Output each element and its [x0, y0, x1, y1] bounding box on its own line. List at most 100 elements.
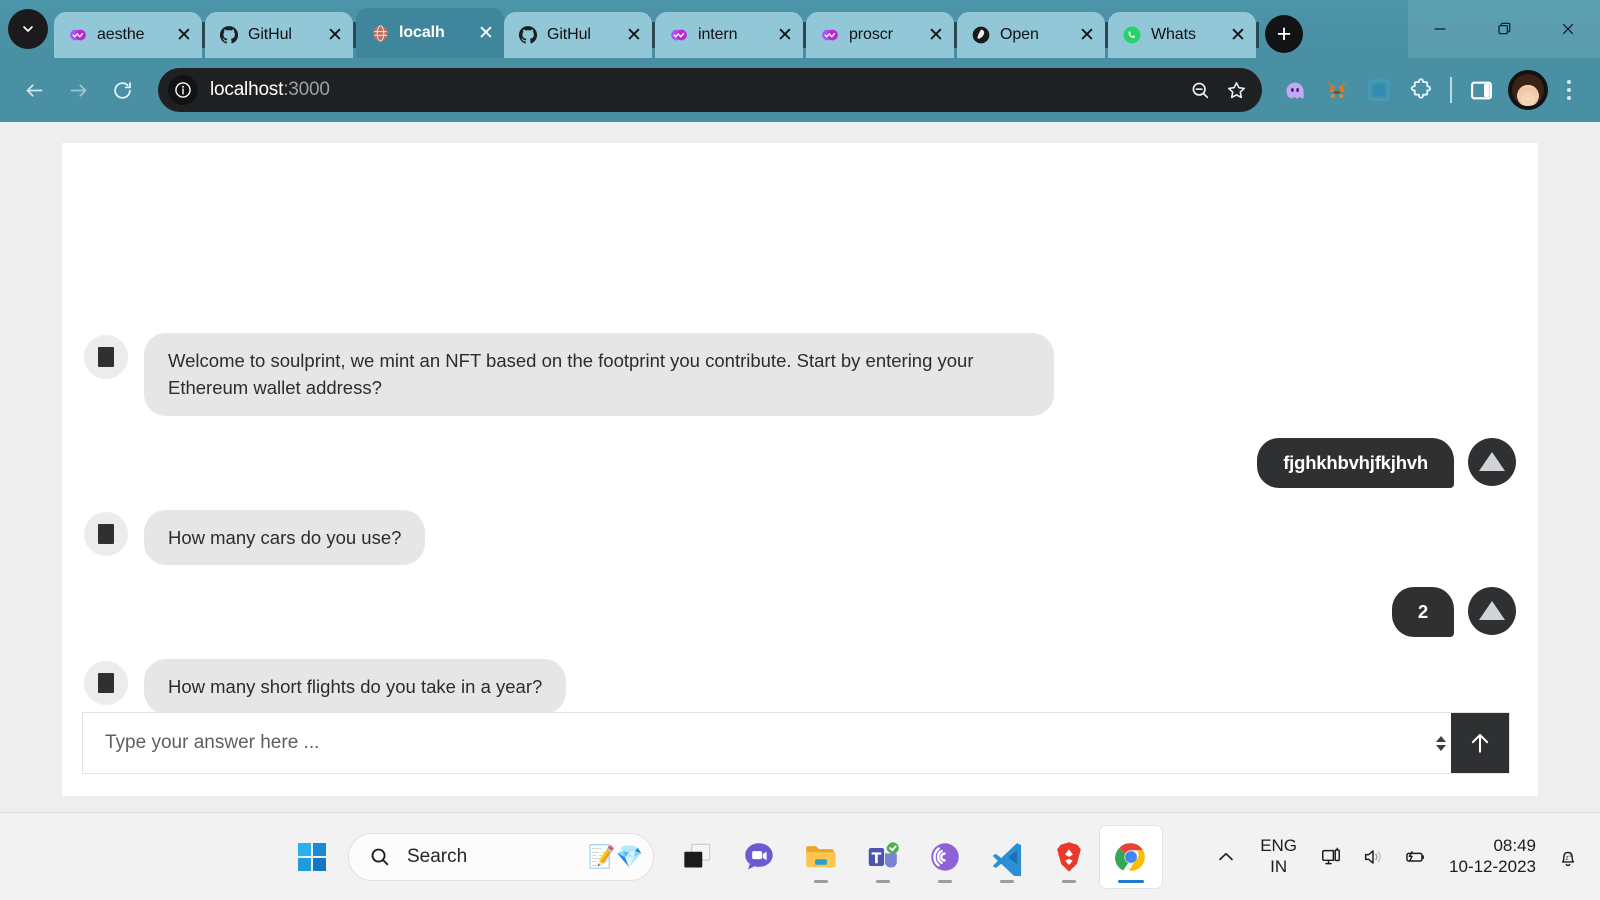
tab-close-button[interactable]: ✕: [1226, 23, 1250, 47]
taskbar-center-group: Search 📝 💎: [288, 825, 1162, 888]
chat-message-bot: Welcome to soulprint, we mint an NFT bas…: [84, 333, 1516, 416]
close-window-button[interactable]: [1536, 0, 1600, 58]
tab-close-button[interactable]: ✕: [323, 23, 347, 47]
profile-avatar[interactable]: [1508, 70, 1548, 110]
taskbar-app-bittorrent[interactable]: [914, 826, 976, 888]
language-indicator[interactable]: ENG IN: [1248, 836, 1309, 876]
volume-button[interactable]: [1353, 829, 1393, 885]
stepper-up-icon[interactable]: [1436, 735, 1446, 742]
tab-close-button[interactable]: ✕: [924, 23, 948, 47]
search-highlight-icon: 📝: [588, 843, 616, 869]
user-avatar-icon: [1468, 437, 1516, 486]
google-chrome-icon: [1115, 842, 1145, 871]
file-explorer-icon: [806, 845, 836, 867]
tab-search-button[interactable]: [8, 9, 48, 49]
bittorrent-icon: [931, 842, 959, 871]
battery-button[interactable]: [1395, 829, 1435, 885]
browser-tab-5[interactable]: proscr ✕: [806, 12, 954, 58]
tab-close-button[interactable]: ✕: [1075, 23, 1099, 47]
browser-tab-title: Open: [1000, 26, 1039, 43]
search-icon: [371, 848, 389, 865]
menu-dot: [1567, 96, 1571, 100]
github-icon: [219, 25, 239, 45]
network-display-icon: [1322, 847, 1341, 864]
new-tab-button[interactable]: +: [1265, 15, 1303, 53]
browser-menu-button[interactable]: [1552, 70, 1586, 110]
answer-input[interactable]: [83, 713, 1431, 773]
forward-button[interactable]: [58, 70, 98, 110]
reload-button[interactable]: [102, 70, 142, 110]
chat-video-icon: [745, 842, 773, 870]
back-button[interactable]: [14, 70, 54, 110]
browser-tab-7[interactable]: Whats ✕: [1108, 12, 1256, 58]
chevron-down-icon: [23, 26, 33, 32]
blue-square-extension-icon[interactable]: [1360, 71, 1398, 109]
number-stepper[interactable]: [1431, 713, 1451, 773]
clock-time: 08:49: [1493, 836, 1536, 856]
do-not-disturb-bell-icon: z z: [1561, 851, 1575, 866]
side-panel-icon[interactable]: [1462, 71, 1500, 109]
url-host: localhost: [210, 79, 284, 100]
send-button[interactable]: [1451, 713, 1509, 773]
browser-tab-1[interactable]: GitHul ✕: [205, 12, 353, 58]
chat-message-bot: How many cars do you use?: [84, 509, 1516, 565]
browser-tab-0[interactable]: aesthe ✕: [54, 12, 202, 58]
user-message-bubble: fjghkhbvhjfkjhvh: [1257, 437, 1454, 488]
taskbar-app-task-view[interactable]: [666, 826, 728, 888]
bot-message-bubble: Welcome to soulprint, we mint an NFT bas…: [144, 333, 1054, 416]
task-view-icon: [684, 843, 711, 868]
arrow-up-icon: [1471, 733, 1489, 753]
vs-code-icon: [992, 842, 1022, 876]
tab-close-button[interactable]: ✕: [172, 23, 196, 47]
browser-tab-6[interactable]: Open ✕: [957, 12, 1105, 58]
taskbar-app-file-explorer[interactable]: [790, 826, 852, 888]
url-text: localhost:3000: [210, 79, 1182, 101]
phantom-wallet-icon[interactable]: [1276, 71, 1314, 109]
taskbar-app-vs-code[interactable]: [976, 826, 1038, 888]
menu-dot: [1567, 88, 1571, 92]
menu-dot: [1567, 80, 1571, 84]
volume-icon: [1364, 849, 1381, 864]
tray-overflow-button[interactable]: [1206, 829, 1246, 885]
zoom-out-icon[interactable]: [1182, 72, 1218, 108]
stepper-down-icon[interactable]: [1436, 744, 1446, 751]
browser-toolbar: localhost:3000: [0, 58, 1600, 122]
running-indicator: [938, 879, 952, 883]
taskbar-search-box[interactable]: Search 📝 💎: [348, 832, 654, 881]
browser-tab-title: aesthe: [97, 26, 145, 43]
github-icon: [518, 25, 538, 45]
taskbar-app-chat-video[interactable]: [728, 826, 790, 888]
notifications-button[interactable]: z z: [1548, 829, 1588, 885]
taskbar-app-microsoft-teams[interactable]: [852, 826, 914, 888]
page-viewport: Welcome to soulprint, we mint an NFT bas…: [0, 122, 1600, 812]
windows-logo-icon: [298, 842, 326, 871]
restore-icon: [1498, 22, 1511, 35]
running-indicator: [876, 879, 890, 883]
browser-tab-4[interactable]: intern ✕: [655, 12, 803, 58]
restore-window-button[interactable]: [1472, 0, 1536, 58]
chat-message-bot: How many short flights do you take in a …: [84, 658, 1516, 714]
browser-tab-title: GitHul: [547, 26, 591, 43]
browser-window: aesthe ✕ GitHul ✕ localh ✕ GitHul ✕ inte…: [0, 0, 1600, 812]
browser-tab-3[interactable]: GitHul ✕: [504, 12, 652, 58]
network-button[interactable]: [1311, 829, 1351, 885]
start-button[interactable]: [288, 833, 336, 881]
tab-close-button[interactable]: ✕: [474, 21, 498, 45]
tab-separator: [1256, 22, 1259, 48]
bot-glyph: [98, 672, 114, 693]
browser-tab-2[interactable]: localh ✕: [356, 8, 504, 58]
metamask-icon[interactable]: [1318, 71, 1356, 109]
minimize-window-button[interactable]: [1408, 0, 1472, 58]
address-bar[interactable]: localhost:3000: [158, 68, 1262, 112]
tab-close-button[interactable]: ✕: [622, 23, 646, 47]
tab-close-button[interactable]: ✕: [773, 23, 797, 47]
toolbar-divider: [1450, 77, 1452, 103]
arrow-left-icon: [26, 83, 42, 97]
clock[interactable]: 08:49 10-12-2023: [1437, 836, 1546, 877]
bot-message-bubble: How many cars do you use?: [144, 509, 426, 565]
bookmark-star-icon[interactable]: [1218, 72, 1254, 108]
site-info-button[interactable]: [168, 75, 198, 105]
taskbar-app-google-chrome[interactable]: [1100, 825, 1162, 888]
extensions-puzzle-icon[interactable]: [1402, 71, 1440, 109]
taskbar-app-brave-browser[interactable]: [1038, 826, 1100, 888]
